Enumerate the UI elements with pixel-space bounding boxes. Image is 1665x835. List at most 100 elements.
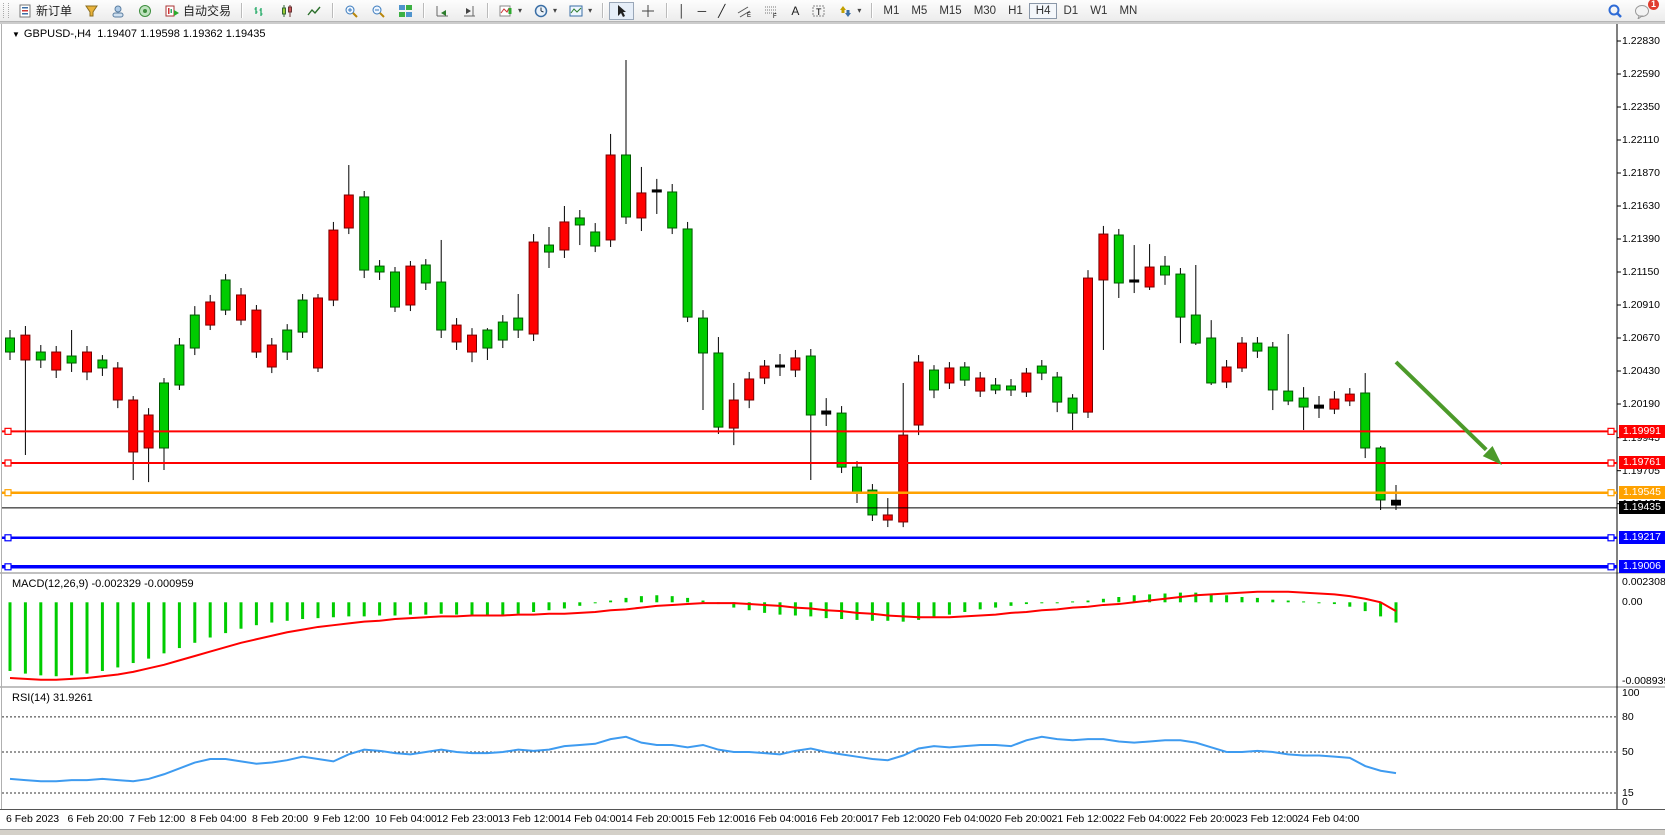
chevron-down-icon: ▾	[857, 6, 861, 15]
bar-chart-icon	[253, 4, 268, 18]
tf-d1-button[interactable]: D1	[1057, 4, 1084, 18]
zoom-out-button[interactable]	[366, 2, 391, 20]
candle	[1222, 360, 1231, 388]
candle	[776, 354, 785, 376]
candle	[298, 294, 307, 338]
tf-m5-button[interactable]: M5	[905, 4, 933, 18]
candle	[914, 355, 923, 435]
new-order-button[interactable]: 新订单	[13, 0, 77, 21]
candle	[745, 372, 754, 408]
candle	[760, 360, 769, 384]
svg-text:T: T	[816, 7, 822, 17]
horizontal-level-line[interactable]	[2, 490, 1617, 496]
candle	[930, 365, 939, 398]
tf-h1-button[interactable]: H1	[1002, 4, 1029, 18]
indicators-button[interactable]: ▾	[494, 2, 527, 20]
price-axis-tick: 1.20910	[1622, 299, 1665, 311]
candle	[283, 324, 292, 360]
rsi-scale-100: 100	[1622, 687, 1640, 699]
horizontal-level-line[interactable]	[2, 564, 1617, 570]
time-axis-label: 22 Feb 04:00	[1113, 813, 1175, 825]
time-axis-label: 16 Feb 04:00	[744, 813, 806, 825]
signals-button[interactable]	[133, 2, 158, 20]
periods-button[interactable]: ▾	[529, 2, 562, 20]
macd-indicator-label: MACD(12,26,9) -0.002329 -0.000959	[12, 578, 194, 590]
candle	[899, 383, 908, 527]
search-icon	[1607, 4, 1622, 18]
line-chart-button[interactable]	[302, 2, 327, 20]
chart-window[interactable]: ▼GBPUSD-,H4 1.19407 1.19598 1.19362 1.19…	[0, 22, 1665, 829]
candlestick-icon	[280, 4, 295, 18]
crosshair-button[interactable]	[636, 2, 661, 20]
toolbar-separator	[241, 3, 243, 18]
candle	[1207, 320, 1216, 385]
candle	[206, 295, 215, 330]
candle	[160, 378, 169, 470]
tf-mn-button[interactable]: MN	[1113, 4, 1143, 18]
market-watch-button[interactable]	[79, 2, 104, 20]
arrows-button[interactable]: ▾	[833, 2, 866, 20]
time-axis-label: 16 Feb 20:00	[806, 813, 868, 825]
candlestick-chart-button[interactable]	[275, 2, 300, 20]
chart-shift-button[interactable]	[457, 2, 482, 20]
text-label-button[interactable]: T	[806, 2, 831, 20]
rsi-scale-80: 80	[1622, 711, 1634, 723]
bar-chart-button[interactable]	[248, 2, 273, 20]
auto-scroll-button[interactable]	[430, 2, 455, 20]
templates-button[interactable]: ▾	[564, 2, 597, 20]
time-axis-label: 23 Feb 12:00	[1236, 813, 1298, 825]
tf-m30-button[interactable]: M30	[968, 4, 1002, 18]
toolbar-separator	[871, 3, 873, 18]
tf-w1-button[interactable]: W1	[1084, 4, 1113, 18]
horizontal-line-button[interactable]: ─	[693, 2, 712, 20]
candle	[622, 60, 631, 224]
candle	[1022, 368, 1031, 397]
candle	[406, 261, 415, 311]
tf-h4-button[interactable]: H4	[1029, 3, 1058, 19]
candle	[113, 362, 122, 408]
price-chart-canvas[interactable]	[0, 22, 1665, 829]
time-axis-label: 6 Feb 20:00	[68, 813, 124, 825]
equidistant-channel-button[interactable]: E	[732, 2, 757, 20]
candle	[1191, 265, 1200, 345]
svg-text:F: F	[773, 14, 777, 18]
candle	[483, 328, 492, 360]
autotrading-button[interactable]: 自动交易	[160, 0, 236, 21]
time-axis-label: 20 Feb 04:00	[929, 813, 991, 825]
request-button[interactable]	[106, 2, 131, 20]
rsi-indicator-label: RSI(14) 31.9261	[12, 692, 93, 704]
candle	[36, 345, 45, 368]
vertical-line-button[interactable]: │	[673, 2, 691, 20]
candle	[360, 191, 369, 278]
candle	[1130, 245, 1139, 293]
price-level-label: 1.19545	[1619, 486, 1665, 499]
candle	[945, 362, 954, 389]
horizontal-level-line[interactable]	[2, 428, 1617, 434]
candle	[976, 372, 985, 397]
trend-arrow-annotation[interactable]	[1396, 362, 1502, 465]
mt4-window: 新订单 自动交易	[0, 0, 1665, 835]
cursor-icon	[614, 4, 629, 18]
price-axis-tick: 1.20190	[1622, 398, 1665, 410]
text-button[interactable]: A	[786, 2, 804, 20]
candle	[67, 330, 76, 372]
candle	[1253, 337, 1262, 358]
cursor-button[interactable]	[609, 2, 634, 20]
horizontal-level-line[interactable]	[2, 535, 1617, 541]
search-button[interactable]	[1602, 2, 1627, 20]
price-axis-tick: 1.21870	[1622, 167, 1665, 179]
candle	[344, 165, 353, 234]
toolbar-grip[interactable]	[3, 3, 9, 18]
price-axis-tick: 1.22110	[1622, 134, 1665, 146]
tf-m15-button[interactable]: M15	[933, 4, 967, 18]
notifications-button[interactable]: 1	[1629, 2, 1654, 20]
candle	[560, 206, 569, 258]
trendline-button[interactable]: ╱	[713, 2, 730, 20]
candle	[791, 350, 800, 377]
candle	[652, 179, 661, 214]
fibonacci-button[interactable]: F	[759, 2, 784, 20]
horizontal-level-line[interactable]	[2, 460, 1617, 466]
tf-m1-button[interactable]: M1	[877, 4, 905, 18]
tile-windows-button[interactable]	[393, 2, 418, 20]
zoom-in-button[interactable]	[339, 2, 364, 20]
